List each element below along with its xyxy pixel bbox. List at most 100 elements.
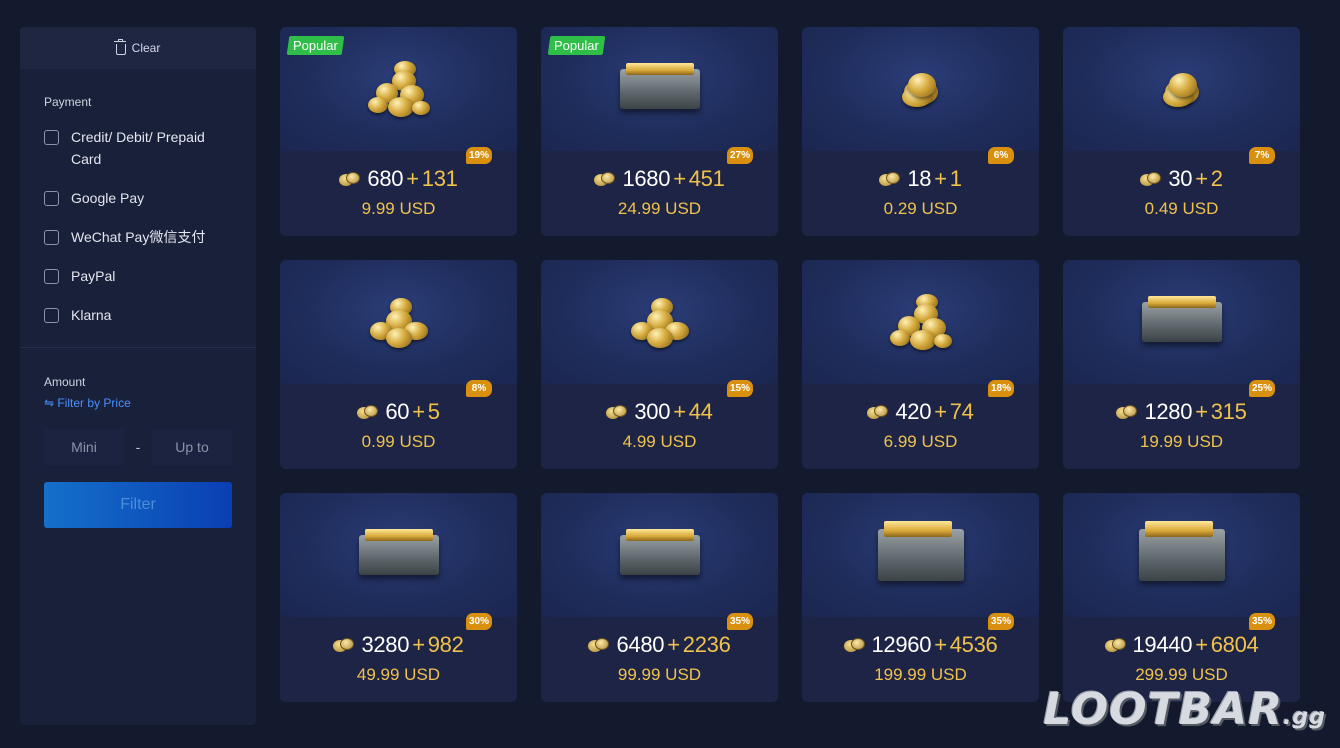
product-card[interactable]: 7% 30 +2 0.49 USD — [1063, 27, 1300, 236]
discount-badge: 15% — [726, 380, 753, 397]
bonus-coins: 315 — [1210, 399, 1247, 424]
price: 99.99 USD — [617, 665, 702, 684]
bonus-coins: 2 — [1210, 166, 1223, 191]
checkbox[interactable] — [44, 130, 59, 145]
payment-option-card[interactable]: Credit/ Debit/ Prepaid Card — [44, 128, 244, 170]
badge-label: Popular — [554, 38, 599, 53]
product-card[interactable]: 30% 3280 +982 49.99 USD — [280, 493, 517, 702]
checkbox[interactable] — [44, 308, 59, 323]
price: 4.99 USD — [622, 432, 697, 451]
base-coins: 300 — [634, 399, 671, 424]
coins-icon — [896, 69, 946, 109]
payment-option-label: Google Pay — [71, 190, 145, 206]
price: 0.99 USD — [361, 432, 436, 451]
product-card[interactable]: 18% 420 +74 6.99 USD — [802, 260, 1039, 469]
plus-sign: + — [673, 166, 686, 191]
bonus-coins: 6804 — [1210, 632, 1259, 657]
price: 0.29 USD — [883, 199, 958, 218]
product-card[interactable]: 35% 19440 +6804 299.99 USD — [1063, 493, 1300, 702]
coin-amount: 1280 +315 — [1063, 399, 1300, 425]
plus-sign: + — [406, 166, 419, 191]
product-image — [541, 260, 778, 384]
max-price-input[interactable] — [152, 429, 232, 465]
coin-icon — [588, 637, 610, 653]
payment-option-klarna[interactable]: Klarna — [44, 306, 244, 326]
bonus-coins: 451 — [688, 166, 725, 191]
base-coins: 420 — [895, 399, 932, 424]
plus-sign: + — [673, 399, 686, 424]
product-card[interactable]: 15% 300 +44 4.99 USD — [541, 260, 778, 469]
product-card[interactable]: Popular 19% 680 +131 9.99 USD — [280, 27, 517, 236]
discount-badge: 25% — [1248, 380, 1275, 397]
range-separator: - — [135, 439, 141, 455]
product-image — [1063, 260, 1300, 384]
price: 0.49 USD — [1144, 199, 1219, 218]
product-image — [802, 260, 1039, 384]
bonus-coins: 982 — [427, 632, 464, 657]
price: 9.99 USD — [361, 199, 436, 218]
coin-amount: 6480 +2236 — [541, 632, 778, 658]
product-card[interactable]: 35% 12960 +4536 199.99 USD — [802, 493, 1039, 702]
payment-method-list: Credit/ Debit/ Prepaid Card Google Pay W… — [44, 128, 244, 345]
product-image — [802, 27, 1039, 151]
discount-badge: 35% — [726, 613, 753, 630]
coin-amount: 3280 +982 — [280, 632, 517, 658]
bonus-coins: 4536 — [949, 632, 998, 657]
price: 24.99 USD — [617, 199, 702, 218]
base-coins: 12960 — [871, 632, 932, 657]
product-card[interactable]: Popular 27% 1680 +451 24.99 USD — [541, 27, 778, 236]
payment-option-wechat-pay[interactable]: WeChat Pay微信支付 — [44, 228, 244, 248]
filter-sidebar: Clear Payment Credit/ Debit/ Prepaid Car… — [20, 27, 256, 725]
logo-text: LOOTBAR — [1043, 684, 1284, 735]
coins-icon — [886, 292, 956, 352]
discount-badge: 35% — [1248, 613, 1275, 630]
min-price-input[interactable] — [44, 429, 124, 465]
discount-badge: 27% — [726, 147, 753, 164]
coin-icon — [333, 637, 355, 653]
coins-icon — [364, 59, 434, 119]
coin-amount: 18 +1 — [802, 166, 1039, 192]
chest-icon — [1141, 296, 1222, 342]
payment-option-google-pay[interactable]: Google Pay — [44, 189, 244, 209]
product-card[interactable]: 25% 1280 +315 19.99 USD — [1063, 260, 1300, 469]
base-coins: 3280 — [361, 632, 410, 657]
price-range: - — [44, 429, 232, 465]
payment-title: Payment — [44, 95, 92, 109]
discount-badge: 6% — [988, 147, 1014, 164]
bonus-coins: 2236 — [682, 632, 731, 657]
product-image — [1063, 27, 1300, 151]
checkbox[interactable] — [44, 191, 59, 206]
coin-icon — [357, 404, 379, 420]
price: 299.99 USD — [1135, 665, 1228, 684]
product-card[interactable]: 6% 18 +1 0.29 USD — [802, 27, 1039, 236]
coin-icon — [1116, 404, 1138, 420]
product-card[interactable]: 8% 60 +5 0.99 USD — [280, 260, 517, 469]
payment-option-label: PayPal — [71, 268, 116, 284]
plus-sign: + — [1195, 632, 1208, 657]
product-card[interactable]: 35% 6480 +2236 99.99 USD — [541, 493, 778, 702]
logo-suffix: .gg — [1283, 705, 1326, 730]
discount-badge: 35% — [987, 613, 1014, 630]
coin-icon — [1104, 637, 1127, 653]
price: 19.99 USD — [1139, 432, 1224, 451]
bonus-coins: 131 — [421, 166, 458, 191]
coins-icon — [625, 292, 695, 352]
coin-amount: 420 +74 — [802, 399, 1039, 425]
popular-badge: Popular — [547, 36, 606, 55]
checkbox[interactable] — [44, 269, 59, 284]
coins-icon — [364, 292, 434, 352]
plus-sign: + — [934, 632, 947, 657]
filter-by-price-link[interactable]: ⇋ Filter by Price — [44, 396, 131, 410]
base-coins: 60 — [385, 399, 410, 424]
product-image — [541, 493, 778, 617]
payment-option-paypal[interactable]: PayPal — [44, 267, 244, 287]
clear-button[interactable]: Clear — [20, 27, 256, 69]
lootbar-logo: LOOTBAR.gg — [1043, 684, 1326, 735]
discount-badge: 8% — [466, 380, 492, 397]
coins-icon — [1157, 69, 1207, 109]
checkbox[interactable] — [44, 230, 59, 245]
chest-icon — [358, 529, 439, 575]
base-coins: 1680 — [622, 166, 671, 191]
coin-icon — [867, 404, 889, 420]
filter-button[interactable]: Filter — [44, 482, 232, 528]
